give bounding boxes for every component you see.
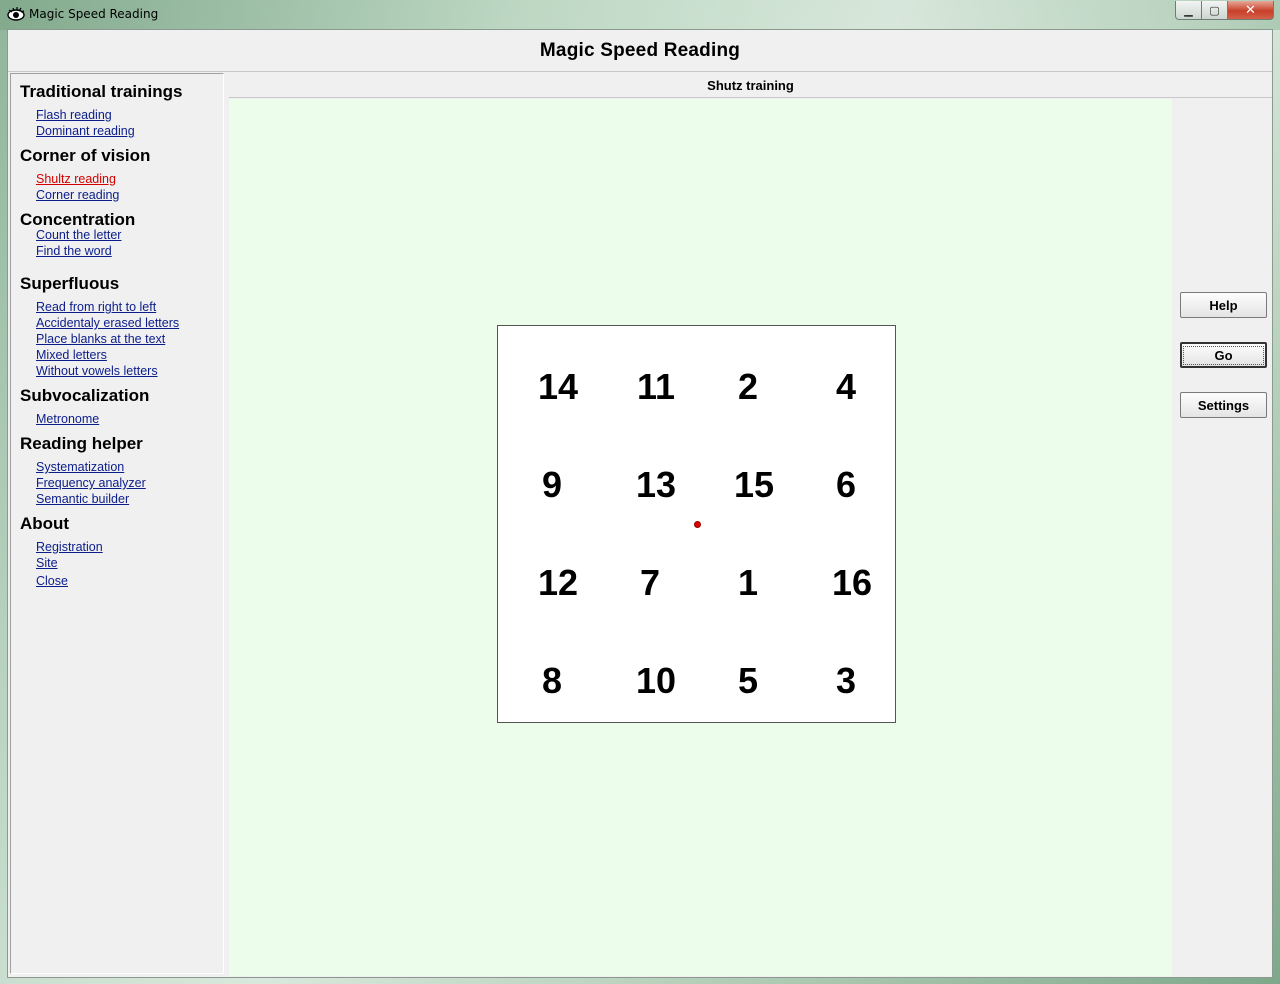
training-title: Shutz training bbox=[707, 77, 794, 93]
link-shultz-reading[interactable]: Shultz reading bbox=[36, 172, 116, 186]
link-semantic-builder[interactable]: Semantic builder bbox=[36, 492, 129, 506]
link-site[interactable]: Site bbox=[36, 556, 58, 570]
link-erased-letters[interactable]: Accidentaly erased letters bbox=[36, 316, 179, 330]
sidebar: Traditional trainings Flash reading Domi… bbox=[10, 73, 224, 974]
help-button-label: Help bbox=[1209, 297, 1238, 313]
table-cell[interactable]: 8 bbox=[502, 632, 602, 730]
caption-buttons: ▁ ▢ ✕ bbox=[1175, 1, 1274, 21]
table-cell[interactable]: 9 bbox=[502, 436, 602, 534]
link-count-the-letter[interactable]: Count the letter bbox=[36, 228, 121, 242]
section-title-superfluous: Superfluous bbox=[20, 274, 120, 293]
settings-button[interactable]: Settings bbox=[1180, 392, 1267, 418]
go-button-label: Go bbox=[1183, 345, 1264, 365]
training-header: Shutz training bbox=[229, 73, 1272, 98]
app-heading: Magic Speed Reading bbox=[539, 39, 741, 61]
link-place-blanks[interactable]: Place blanks at the text bbox=[36, 332, 165, 346]
maximize-button[interactable]: ▢ bbox=[1202, 1, 1228, 20]
table-cell[interactable]: 3 bbox=[796, 632, 896, 730]
button-panel: Help Go Settings bbox=[1172, 99, 1272, 976]
table-cell[interactable]: 12 bbox=[508, 534, 608, 632]
window-titlebar[interactable]: Magic Speed Reading ▁ ▢ ✕ bbox=[0, 0, 1280, 30]
focus-dot-icon bbox=[694, 521, 701, 528]
close-icon: ✕ bbox=[1245, 2, 1256, 17]
help-button[interactable]: Help bbox=[1180, 292, 1267, 318]
table-cell[interactable]: 13 bbox=[606, 436, 706, 534]
table-cell[interactable]: 14 bbox=[508, 338, 608, 436]
table-cell[interactable]: 4 bbox=[796, 338, 896, 436]
table-cell[interactable]: 5 bbox=[698, 632, 798, 730]
link-registration[interactable]: Registration bbox=[36, 540, 103, 554]
close-window-button[interactable]: ✕ bbox=[1228, 1, 1274, 20]
link-systematization[interactable]: Systematization bbox=[36, 460, 124, 474]
link-frequency-analyzer[interactable]: Frequency analyzer bbox=[36, 476, 146, 490]
link-corner-reading[interactable]: Corner reading bbox=[36, 188, 119, 202]
table-cell[interactable]: 1 bbox=[698, 534, 798, 632]
shultz-table[interactable]: 14 11 2 4 9 13 15 6 12 7 1 16 8 10 5 3 bbox=[497, 325, 896, 723]
app-window: Magic Speed Reading Traditional training… bbox=[7, 29, 1273, 978]
table-cell[interactable]: 16 bbox=[802, 534, 902, 632]
section-title-about: About bbox=[20, 514, 70, 533]
section-title-concentration: Concentration bbox=[20, 210, 136, 229]
section-title-subvocalization: Subvocalization bbox=[20, 386, 150, 405]
maximize-icon: ▢ bbox=[1209, 4, 1220, 17]
table-cell[interactable]: 7 bbox=[600, 534, 700, 632]
link-close[interactable]: Close bbox=[36, 574, 68, 588]
eye-icon bbox=[7, 7, 25, 21]
link-mixed-letters[interactable]: Mixed letters bbox=[36, 348, 107, 362]
section-title-reading-helper: Reading helper bbox=[20, 434, 143, 453]
app-header: Magic Speed Reading bbox=[8, 30, 1272, 72]
settings-button-label: Settings bbox=[1197, 397, 1250, 413]
section-title-traditional: Traditional trainings bbox=[20, 82, 183, 101]
training-canvas: 14 11 2 4 9 13 15 6 12 7 1 16 8 10 5 3 bbox=[229, 99, 1172, 976]
window-title: Magic Speed Reading bbox=[29, 7, 159, 21]
table-cell[interactable]: 10 bbox=[606, 632, 706, 730]
link-without-vowels[interactable]: Without vowels letters bbox=[36, 364, 158, 378]
section-title-corner-of-vision: Corner of vision bbox=[20, 146, 151, 165]
link-dominant-reading[interactable]: Dominant reading bbox=[36, 124, 135, 138]
table-cell[interactable]: 15 bbox=[704, 436, 804, 534]
link-metronome[interactable]: Metronome bbox=[36, 412, 99, 426]
minimize-button[interactable]: ▁ bbox=[1175, 1, 1202, 20]
link-read-right-to-left[interactable]: Read from right to left bbox=[36, 300, 156, 314]
table-cell[interactable]: 11 bbox=[606, 338, 706, 436]
minimize-icon: ▁ bbox=[1184, 4, 1193, 17]
link-flash-reading[interactable]: Flash reading bbox=[36, 108, 112, 122]
table-cell[interactable]: 2 bbox=[698, 338, 798, 436]
go-button[interactable]: Go bbox=[1180, 342, 1267, 368]
link-find-the-word[interactable]: Find the word bbox=[36, 244, 112, 258]
table-cell[interactable]: 6 bbox=[796, 436, 896, 534]
